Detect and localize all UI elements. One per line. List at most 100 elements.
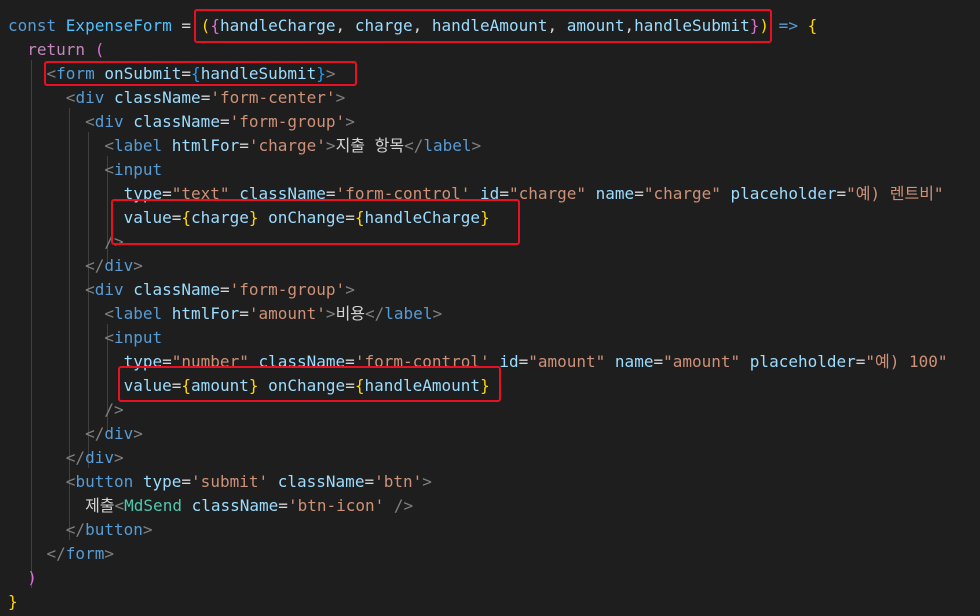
code-line: return ( xyxy=(8,38,104,62)
code-token: className xyxy=(133,280,220,299)
code-token: > xyxy=(422,472,432,491)
code-token: > xyxy=(471,136,482,155)
code-token: , xyxy=(624,16,635,35)
code-token: </ xyxy=(46,544,66,563)
code-token: = xyxy=(653,352,664,371)
code-token: ( xyxy=(94,40,105,59)
code-token: "amount" xyxy=(663,352,741,371)
code-token: 비용 xyxy=(335,304,366,323)
code-token: amount xyxy=(566,16,625,35)
code-token: > xyxy=(325,136,336,155)
code-token: < xyxy=(114,496,125,515)
code-token: > xyxy=(345,280,355,299)
code-token: = xyxy=(200,88,211,107)
code-token: = xyxy=(634,184,644,203)
code-token: 'form-group' xyxy=(229,280,346,299)
code-token: label xyxy=(423,136,472,155)
code-token: </ xyxy=(365,304,385,323)
code-token: div xyxy=(104,424,134,443)
code-token: < xyxy=(104,328,114,347)
code-token: 'form-control' xyxy=(354,352,490,371)
code-token: /> xyxy=(104,232,124,251)
code-token: type xyxy=(123,184,163,203)
code-token: < xyxy=(65,88,76,107)
code-token: => xyxy=(769,16,808,35)
code-token: handleAmount xyxy=(431,16,548,35)
code-token: type xyxy=(142,472,182,491)
code-token: } xyxy=(316,64,326,83)
code-token: > xyxy=(335,88,346,107)
code-token: "number" xyxy=(171,352,249,371)
code-token: label xyxy=(113,304,163,323)
code-token: = xyxy=(171,16,201,35)
code-token: handleCharge xyxy=(219,16,336,35)
code-token: className xyxy=(277,472,365,491)
code-token: input xyxy=(113,160,163,179)
code-token: = xyxy=(162,184,172,203)
code-token: 'charge' xyxy=(248,136,326,155)
code-token: ) xyxy=(27,568,37,587)
code-line: value={amount} onChange={handleAmount} xyxy=(8,374,490,398)
code-token: > xyxy=(142,520,153,539)
code-token: { xyxy=(191,64,201,83)
code-token: ( xyxy=(200,16,211,35)
code-token: } xyxy=(8,592,18,611)
code-token: 'btn' xyxy=(374,472,423,491)
code-token: htmlFor xyxy=(171,304,240,323)
code-token: form xyxy=(65,544,105,563)
code-token: onSubmit xyxy=(104,64,182,83)
code-token: = xyxy=(239,136,249,155)
code-line: <div className='form-center'> xyxy=(8,86,345,110)
code-token: onChange xyxy=(268,208,346,227)
code-token: charge xyxy=(354,16,413,35)
code-token: < xyxy=(65,472,76,491)
code-editor[interactable]: const ExpenseForm = ({handleCharge, char… xyxy=(0,0,980,616)
code-token: className xyxy=(113,88,201,107)
code-token: { xyxy=(210,16,220,35)
code-token: "예) 100" xyxy=(865,352,948,371)
code-token: placeholder xyxy=(749,352,856,371)
code-token: "charge" xyxy=(643,184,721,203)
code-token: = xyxy=(181,64,192,83)
code-token: = xyxy=(219,280,230,299)
code-token: button xyxy=(75,472,134,491)
code-token: = xyxy=(345,376,355,395)
code-line: </div> xyxy=(8,446,124,470)
code-token: onChange xyxy=(268,376,346,395)
code-token: > xyxy=(113,448,124,467)
code-token: 지출 항목 xyxy=(335,136,405,155)
code-line: <input xyxy=(8,326,162,350)
code-token: "text" xyxy=(171,184,230,203)
code-token: name xyxy=(614,352,654,371)
code-line: value={charge} onChange={handleCharge} xyxy=(8,206,490,230)
code-token: handleSubmit xyxy=(634,16,750,35)
code-token: > xyxy=(133,256,143,275)
code-token: button xyxy=(85,520,143,539)
code-token: className xyxy=(191,496,279,515)
code-token: = xyxy=(239,304,249,323)
code-line: const ExpenseForm = ({handleCharge, char… xyxy=(8,14,817,38)
code-token: = xyxy=(836,184,847,203)
code-token: = xyxy=(345,208,355,227)
code-token: > xyxy=(325,304,336,323)
